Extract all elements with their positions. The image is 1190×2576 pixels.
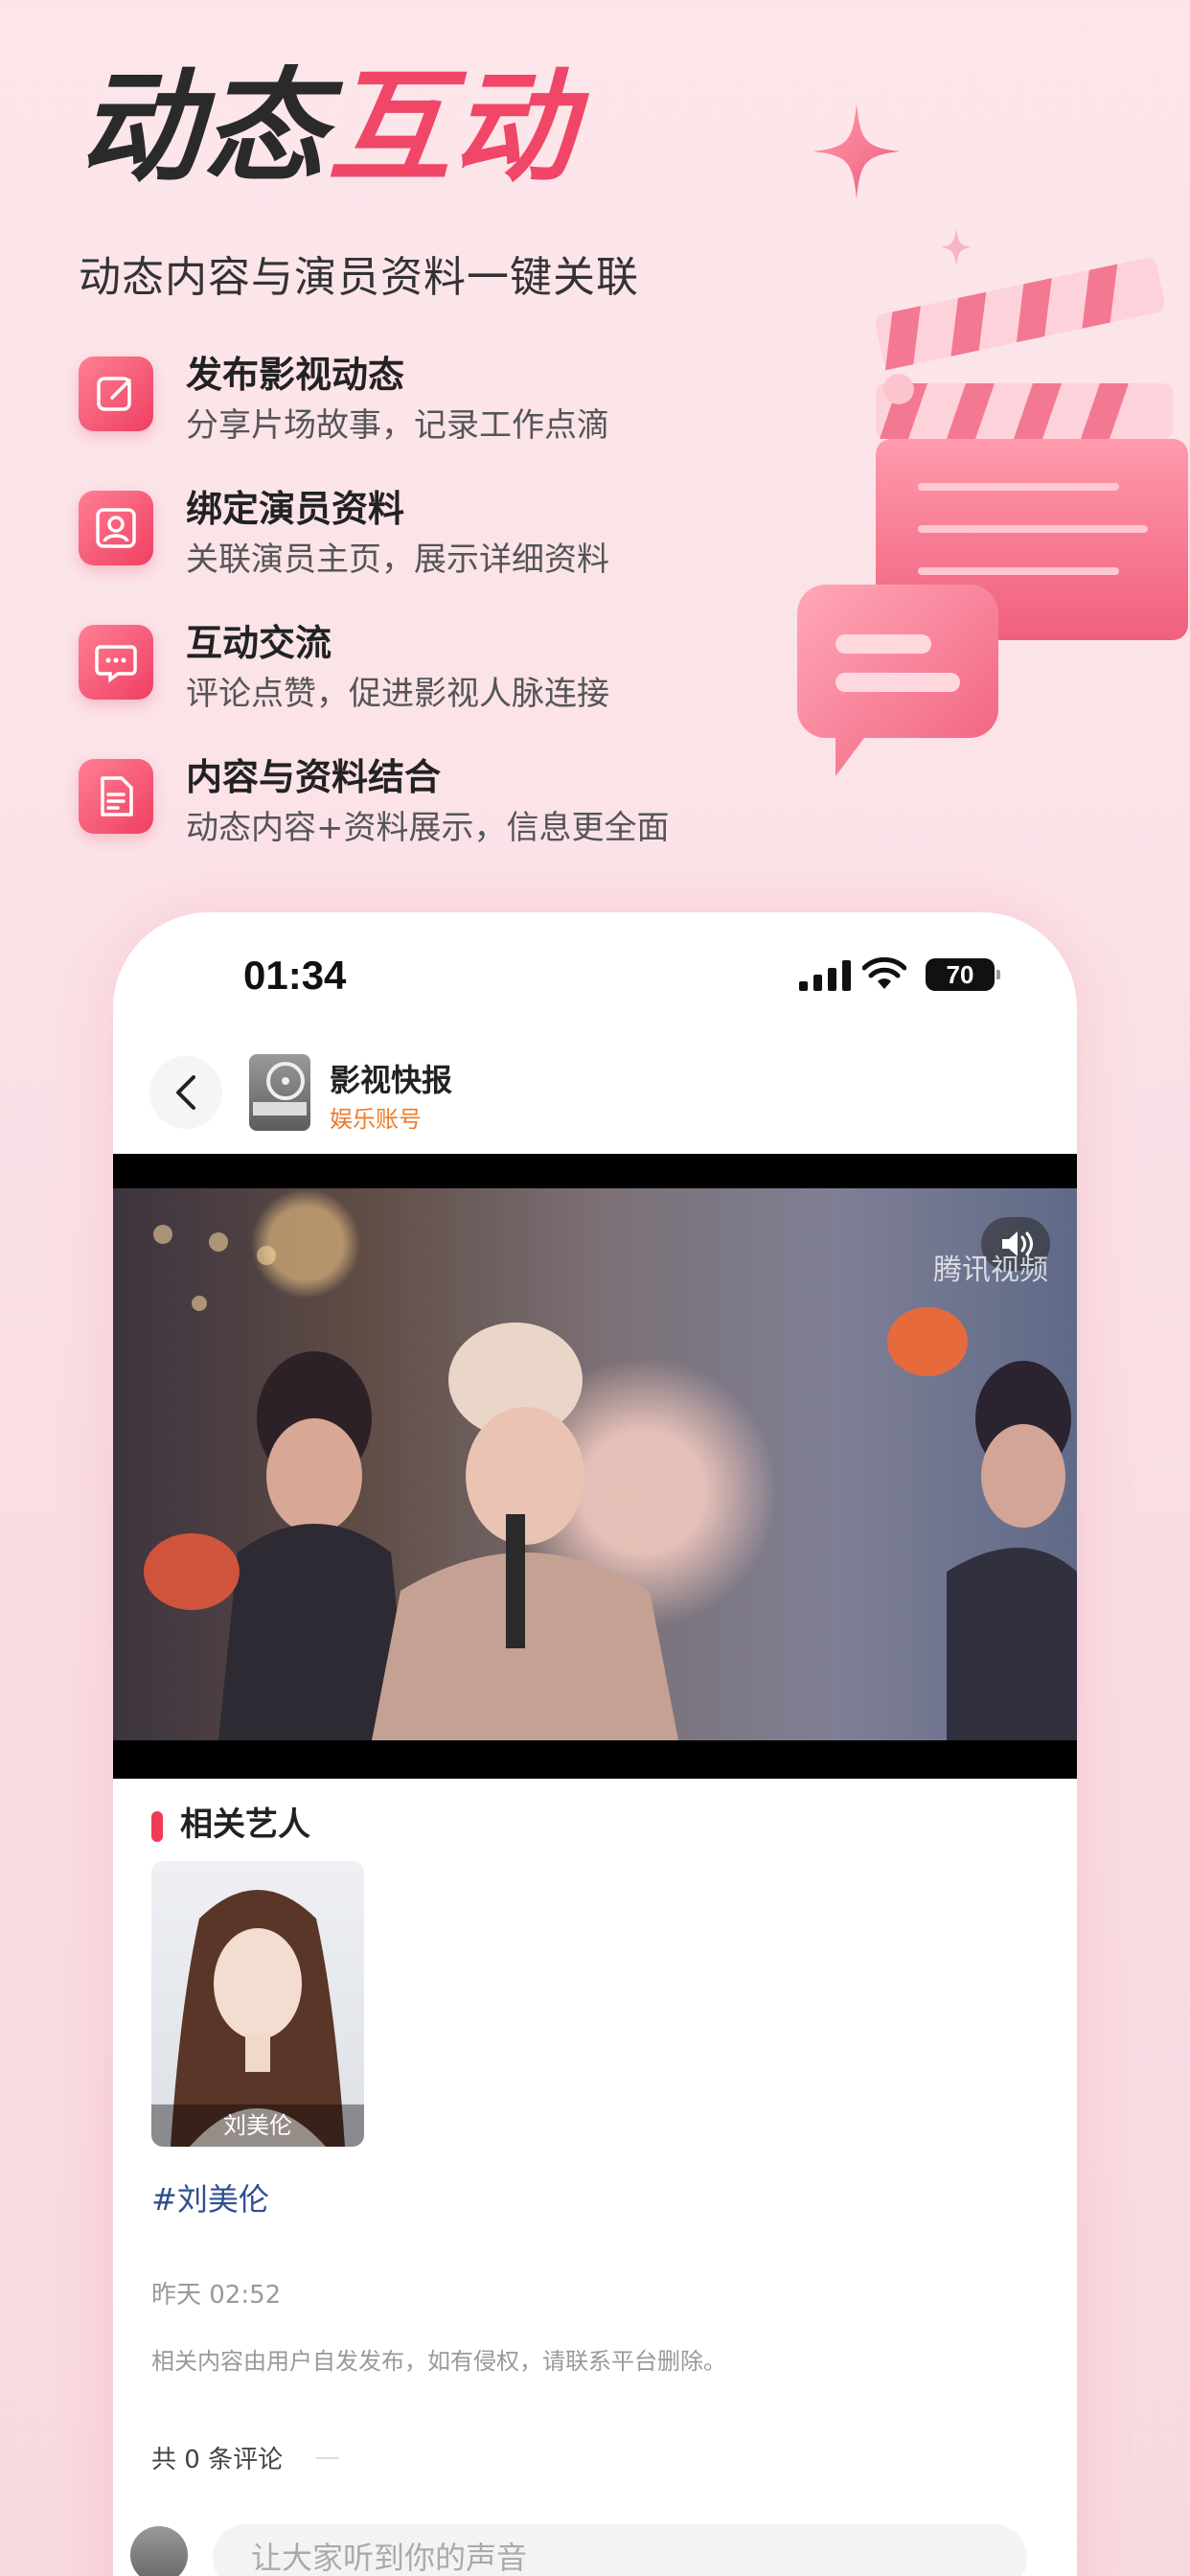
video-watermark: 腾讯视频 [933, 1254, 1048, 1287]
hero-title-dark: 动态 [79, 57, 329, 199]
status-icons: 70 [784, 956, 1000, 995]
sparkle-icon [812, 104, 901, 199]
feature-item: 发布影视动态 分享片场故事，记录工作点滴 [79, 345, 749, 479]
film-reel-icon [253, 1062, 307, 1116]
feature-title: 绑定演员资料 [186, 488, 405, 530]
video-player[interactable]: 腾讯视频 [113, 1154, 1077, 1779]
related-artists-title: 相关艺人 [151, 1802, 310, 1848]
hero-subtitle: 动态内容与演员资料一键关联 [79, 253, 639, 302]
feature-item: 绑定演员资料 关联演员主页，展示详细资料 [79, 479, 749, 613]
battery-indicator: 70 [926, 958, 1000, 991]
feature-list: 发布影视动态 分享片场故事，记录工作点滴 绑定演员资料 关联演员主页，展示详细资… [79, 345, 749, 882]
user-avatar [130, 2526, 188, 2576]
video-frame: 腾讯视频 [113, 1188, 1077, 1740]
phone-mockup: 01:34 70 影视快报 娱乐账号 腾讯视频 相关艺人 刘美伦 #刘美伦 昨天… [113, 912, 1077, 2576]
account-type-label: 娱乐账号 [330, 1106, 422, 1133]
account-avatar[interactable] [249, 1054, 310, 1131]
feature-desc: 评论点赞，促进影视人脉连接 [186, 675, 609, 713]
back-button[interactable] [149, 1056, 222, 1129]
feature-desc: 动态内容+资料展示，信息更全面 [186, 809, 670, 847]
chat-icon [79, 625, 153, 700]
disclaimer-text: 相关内容由用户自发发布，如有侵权，请联系平台删除。 [151, 2348, 726, 2375]
hero-title-red: 互动 [328, 57, 578, 199]
feature-item: 内容与资料结合 动态内容+资料展示，信息更全面 [79, 748, 749, 882]
hashtag-link[interactable]: #刘美伦 [151, 2175, 269, 2220]
post-time: 昨天 02:52 [151, 2281, 282, 2310]
feature-desc: 分享片场故事，记录工作点滴 [186, 406, 609, 445]
wifi-icon [862, 956, 906, 989]
feature-desc: 关联演员主页，展示详细资料 [186, 540, 609, 579]
profile-icon [79, 491, 153, 565]
document-icon [79, 759, 153, 834]
signal-icon [799, 960, 851, 991]
divider [316, 2457, 339, 2459]
artist-name: 刘美伦 [151, 2104, 364, 2147]
feature-title: 内容与资料结合 [186, 756, 442, 798]
feature-item: 互动交流 评论点赞，促进影视人脉连接 [79, 613, 749, 748]
artist-card[interactable]: 刘美伦 [151, 1861, 364, 2147]
hero-title: 动态互动 [79, 67, 577, 190]
account-name[interactable]: 影视快报 [330, 1056, 452, 1100]
edit-icon [79, 356, 153, 431]
chat-bubble-icon [797, 585, 998, 776]
status-time: 01:34 [243, 953, 347, 998]
feature-title: 互动交流 [186, 622, 332, 664]
comment-input[interactable]: 让大家听到你的声音 [213, 2524, 1027, 2576]
chevron-left-icon [176, 1075, 195, 1110]
comment-count: 共 0 条评论 [151, 2446, 284, 2474]
feature-title: 发布影视动态 [186, 354, 405, 396]
